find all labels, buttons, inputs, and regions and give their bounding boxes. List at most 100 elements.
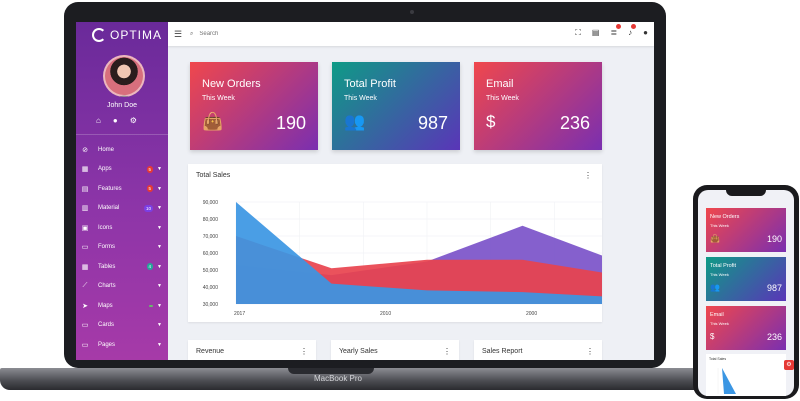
logo[interactable]: OPTIMA (92, 28, 162, 42)
home-icon[interactable]: ⌂ (96, 116, 101, 125)
sidebar-item-label: Icons (98, 224, 113, 231)
sidebar-item-cards[interactable]: ▭ Cards ▼ (76, 316, 168, 336)
card-title: Sales Report (482, 348, 523, 355)
phone-email-card[interactable]: Email This Week $ 236 (706, 306, 786, 350)
card-title: Yearly Sales (339, 348, 378, 355)
chevron-down-icon: ▼ (157, 302, 162, 309)
user-actions: ⌂ ● ⚙ (96, 116, 137, 125)
card-title: Total Profit (710, 263, 736, 269)
x-tick-label: 2000 (526, 311, 537, 317)
user-name: John Doe (107, 102, 137, 109)
sidebar-item-tables[interactable]: ▦ Tables 4 ▼ (76, 257, 168, 277)
bell-icon[interactable]: ♪ (628, 24, 637, 38)
more-vert-icon[interactable]: ⋮ (586, 347, 594, 356)
phone-total-profit-card[interactable]: Total Profit This Week 👥 987 (706, 257, 786, 301)
card-subtitle: This Week (202, 95, 235, 102)
sidebar-item-material[interactable]: ▥ Material 10 ▼ (76, 199, 168, 219)
sidebar-item-home[interactable]: ⊘ Home (76, 140, 168, 160)
y-tick-label: 60,000 (203, 251, 219, 257)
sidebar-item-label: Pages (98, 341, 116, 348)
card-title: Email (710, 312, 724, 318)
sidebar-divider (76, 134, 168, 135)
notification-dot (631, 24, 637, 29)
total-sales-chart: 90,000 80,000 70,000 60,000 50,000 40,000 30,0… (203, 200, 602, 317)
card-subtitle: This Week (710, 321, 729, 326)
phone-chart-area (722, 368, 736, 394)
revenue-card: Revenue ⋮ (188, 340, 316, 360)
more-vert-icon[interactable]: ⋮ (300, 347, 308, 356)
shopping-bag-icon: 👜 (202, 112, 224, 131)
forms-icon: ▭ (81, 244, 89, 252)
avatar[interactable] (103, 55, 145, 97)
sidebar: OPTIMA John Doe ⌂ ● ⚙ ⊘ Home ▦ Apps 5 ▼ ▤ Featu… (76, 22, 168, 360)
card-value: 987 (417, 113, 448, 133)
account-icon[interactable]: ● (643, 28, 648, 38)
sidebar-item-maps[interactable]: ➤ Maps ▼ (76, 296, 168, 316)
badge: 10 (144, 204, 154, 212)
card-value: 236 (766, 332, 782, 342)
email-card[interactable]: Email This Week $ 236 (474, 62, 602, 150)
total-profit-card[interactable]: Total Profit This Week 👥 987 (332, 62, 460, 150)
chat-icon[interactable]: ▤ (592, 28, 600, 38)
card-subtitle: This Week (344, 95, 377, 102)
chevron-down-icon: ▼ (157, 322, 162, 329)
sidebar-item-pages[interactable]: ▭ Pages ▼ (76, 335, 168, 355)
card-subtitle: This Week (710, 272, 729, 277)
sidebar-item-label: Charts (98, 283, 116, 290)
sidebar-item-label: Tables (98, 263, 116, 270)
topbar-icons: ⛶ ▤ ≣ ♪ ● (575, 24, 648, 38)
sidebar-item-label: Forms (98, 244, 115, 251)
tables-icon: ▦ (81, 263, 89, 271)
user-icon[interactable]: ● (113, 116, 118, 125)
sidebar-item-features[interactable]: ▤ Features 5 ▼ (76, 179, 168, 199)
users-icon: 👥 (344, 112, 366, 131)
sidebar-item-icons[interactable]: ▣ Icons ▼ (76, 218, 168, 238)
hamburger-icon[interactable]: ☰ (174, 29, 182, 40)
phone-notch (726, 190, 766, 196)
card-subtitle: This Week (710, 223, 729, 228)
new-orders-card[interactable]: New Orders This Week 👜 190 (190, 62, 318, 150)
phone-new-orders-card[interactable]: New Orders This Week 👜 190 (706, 208, 786, 252)
sidebar-item-label: Features (98, 185, 122, 192)
panel-title: Total Sales (709, 357, 727, 361)
list-icon[interactable]: ≣ (610, 24, 622, 38)
users-icon: 👥 (710, 283, 720, 292)
card-title: New Orders (202, 78, 261, 90)
card-title: Total Profit (344, 78, 396, 90)
sidebar-item-apps[interactable]: ▦ Apps 5 ▼ (76, 160, 168, 180)
sidebar-item-label: Home (98, 146, 115, 153)
apps-icon: ▦ (81, 166, 89, 174)
chevron-down-icon: ▼ (157, 205, 162, 212)
sales-report-card: Sales Report ⋮ (474, 340, 602, 360)
total-sales-panel: Total Sales ⋮ 90,000 80,000 70,000 60,000 50… (188, 164, 602, 322)
y-tick-label: 70,000 (203, 234, 219, 240)
more-vert-icon[interactable]: ⋮ (584, 171, 592, 180)
yearly-sales-card: Yearly Sales ⋮ (331, 340, 459, 360)
logo-text: OPTIMA (110, 28, 163, 42)
panel-title: Total Sales (196, 172, 231, 179)
cards-icon: ▭ (81, 322, 89, 330)
chevron-down-icon: ▼ (157, 283, 162, 290)
home-circle-icon: ⊘ (82, 146, 88, 154)
badge (149, 304, 154, 307)
dollar-icon: $ (486, 112, 496, 131)
sidebar-item-charts[interactable]: ⟋ Charts ▼ (76, 277, 168, 297)
sidebar-item-forms[interactable]: ▭ Forms ▼ (76, 238, 168, 258)
logo-icon (92, 28, 106, 42)
y-tick-label: 50,000 (203, 268, 219, 274)
sidebar-item-label: Cards (98, 322, 115, 329)
settings-fab[interactable]: ⚙ (784, 360, 794, 370)
y-tick-label: 40,000 (203, 285, 219, 291)
phone-total-sales-panel: Total Sales (706, 354, 786, 396)
more-vert-icon[interactable]: ⋮ (443, 347, 451, 356)
features-icon: ▤ (81, 185, 89, 193)
badge: 4 (146, 263, 154, 271)
charts-icon: ⟋ (82, 282, 88, 290)
gear-icon[interactable]: ⚙ (130, 116, 137, 125)
material-icon: ▥ (81, 205, 89, 213)
search-input[interactable] (197, 30, 332, 38)
y-tick-label: 90,000 (203, 200, 219, 206)
search-box[interactable]: ⌕ (190, 25, 350, 43)
badge: 5 (146, 185, 154, 193)
fullscreen-icon[interactable]: ⛶ (575, 28, 581, 38)
